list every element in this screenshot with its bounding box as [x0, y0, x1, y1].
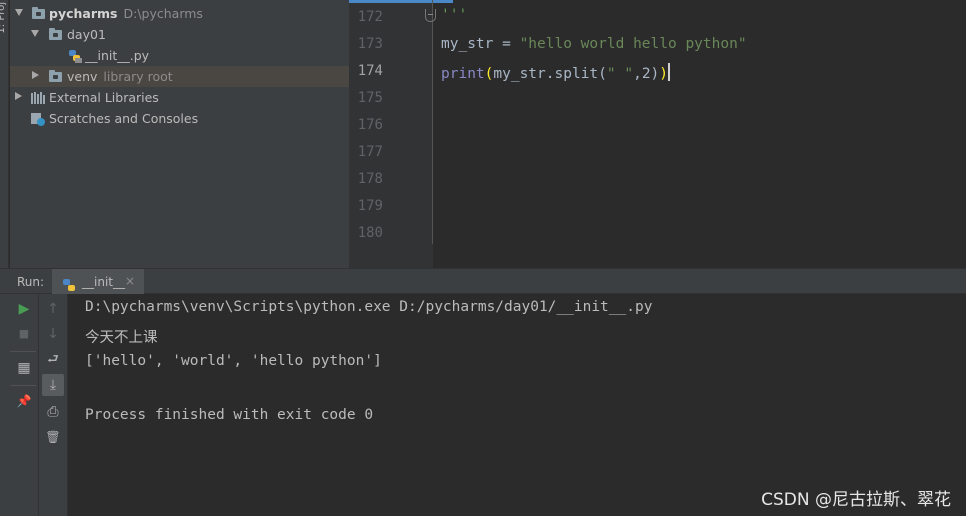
scratches-icon: [31, 112, 45, 126]
close-icon[interactable]: ×: [125, 274, 135, 288]
console-line-command: D:\pycharms\venv\Scripts\python.exe D:/p…: [85, 299, 653, 315]
toolbar-separator: [10, 351, 36, 352]
chevron-right-icon[interactable]: [15, 92, 22, 100]
folder-icon: [32, 7, 45, 19]
python-file-icon: [63, 276, 75, 291]
root-folder-name: pycharms: [49, 6, 118, 21]
tree-label-init-py: __init__.py: [85, 48, 150, 63]
code-builtin-print: print: [441, 66, 485, 82]
run-tab-label: __init__: [82, 275, 125, 289]
watermark-text: CSDN @尼古拉斯、翠花: [761, 490, 951, 510]
code-line-174[interactable]: print(my_str.split(" ",2)): [441, 63, 671, 82]
code-string-literal: "hello world hello python": [519, 36, 747, 52]
code-line-172[interactable]: ''': [441, 7, 467, 23]
libraries-icon: [31, 92, 45, 104]
folder-icon: [49, 70, 62, 82]
line-number: 172: [357, 9, 383, 25]
line-number: 179: [357, 198, 383, 214]
tree-row-root[interactable]: pycharms D:\pycharms: [10, 3, 349, 24]
layout-icon[interactable]: ▦: [13, 357, 35, 379]
console-line-exit: Process finished with exit code 0: [85, 407, 374, 423]
line-number: 175: [357, 90, 383, 106]
run-toolbar-primary: ▶ ■ ▦ 📌: [0, 294, 39, 516]
tree-row-day01[interactable]: day01: [10, 24, 349, 45]
print-icon[interactable]: ⎙: [42, 401, 64, 423]
project-tool-window-strip[interactable]: 1: Proj: [0, 0, 9, 268]
line-number: 173: [357, 36, 383, 52]
docstring-delimiter: ''': [441, 7, 468, 23]
tree-label-scratches: Scratches and Consoles: [49, 111, 199, 126]
tree-row-venv[interactable]: venv library root: [10, 66, 349, 87]
chevron-right-icon[interactable]: [32, 71, 39, 79]
code-split-call: my_str.split(: [493, 66, 607, 82]
project-tree-panel: pycharms D:\pycharms day01 __init__.py ve…: [10, 0, 349, 268]
trash-icon[interactable]: 🗑: [42, 426, 64, 448]
line-number: 177: [357, 144, 383, 160]
python-file-icon: [68, 49, 82, 63]
editor-active-tab-indicator: [349, 0, 453, 3]
arrow-up-icon[interactable]: ↑: [42, 298, 64, 320]
line-number: 176: [357, 117, 383, 133]
library-root-note: library root: [103, 69, 173, 84]
run-panel-header: Run: __init__ ×: [0, 268, 966, 294]
tree-label-venv: venv: [67, 69, 98, 84]
line-number: 178: [357, 171, 383, 187]
toolbar-separator: [10, 385, 36, 386]
code-split-args: ,2): [633, 66, 660, 82]
gutter-divider: [432, 0, 433, 244]
code-line-173[interactable]: my_str = "hello world hello python": [441, 36, 747, 52]
pin-icon[interactable]: 📌: [13, 390, 35, 412]
tree-row-scratches[interactable]: Scratches and Consoles: [10, 108, 349, 129]
arrow-down-icon[interactable]: ↓: [42, 323, 64, 345]
code-separator-string: " ": [606, 66, 634, 82]
run-tab-init[interactable]: __init__ ×: [52, 269, 144, 294]
stop-icon[interactable]: ■: [13, 323, 35, 345]
rerun-icon[interactable]: ▶: [13, 298, 35, 320]
matched-paren-close: ): [659, 66, 669, 82]
scroll-to-end-icon[interactable]: ⤓: [42, 374, 64, 396]
line-number-current: 174: [357, 63, 383, 79]
run-console[interactable]: [68, 294, 966, 516]
run-toolbar-secondary: ↑ ↓ ⮐ ⤓ ⎙ 🗑: [39, 294, 68, 516]
tree-label-external-libraries: External Libraries: [49, 90, 159, 105]
run-panel-title: Run:: [17, 275, 45, 289]
soft-wrap-icon[interactable]: ⮐: [42, 349, 64, 371]
chevron-down-icon[interactable]: [15, 9, 23, 16]
text-caret: [668, 63, 671, 81]
console-line-output: 今天不上课: [85, 330, 158, 346]
tree-row-external-libraries[interactable]: External Libraries: [10, 87, 349, 108]
tree-row-init-py[interactable]: __init__.py: [10, 45, 349, 66]
line-number: 180: [357, 225, 383, 241]
root-folder-path: D:\pycharms: [123, 6, 203, 21]
console-line-output: ['hello', 'world', 'hello python']: [85, 353, 382, 369]
tree-label-day01: day01: [67, 27, 106, 42]
code-assignment: my_str =: [441, 36, 520, 52]
chevron-down-icon[interactable]: [31, 30, 39, 37]
folder-icon: [49, 28, 62, 40]
fold-marker-icon[interactable]: [425, 9, 436, 22]
